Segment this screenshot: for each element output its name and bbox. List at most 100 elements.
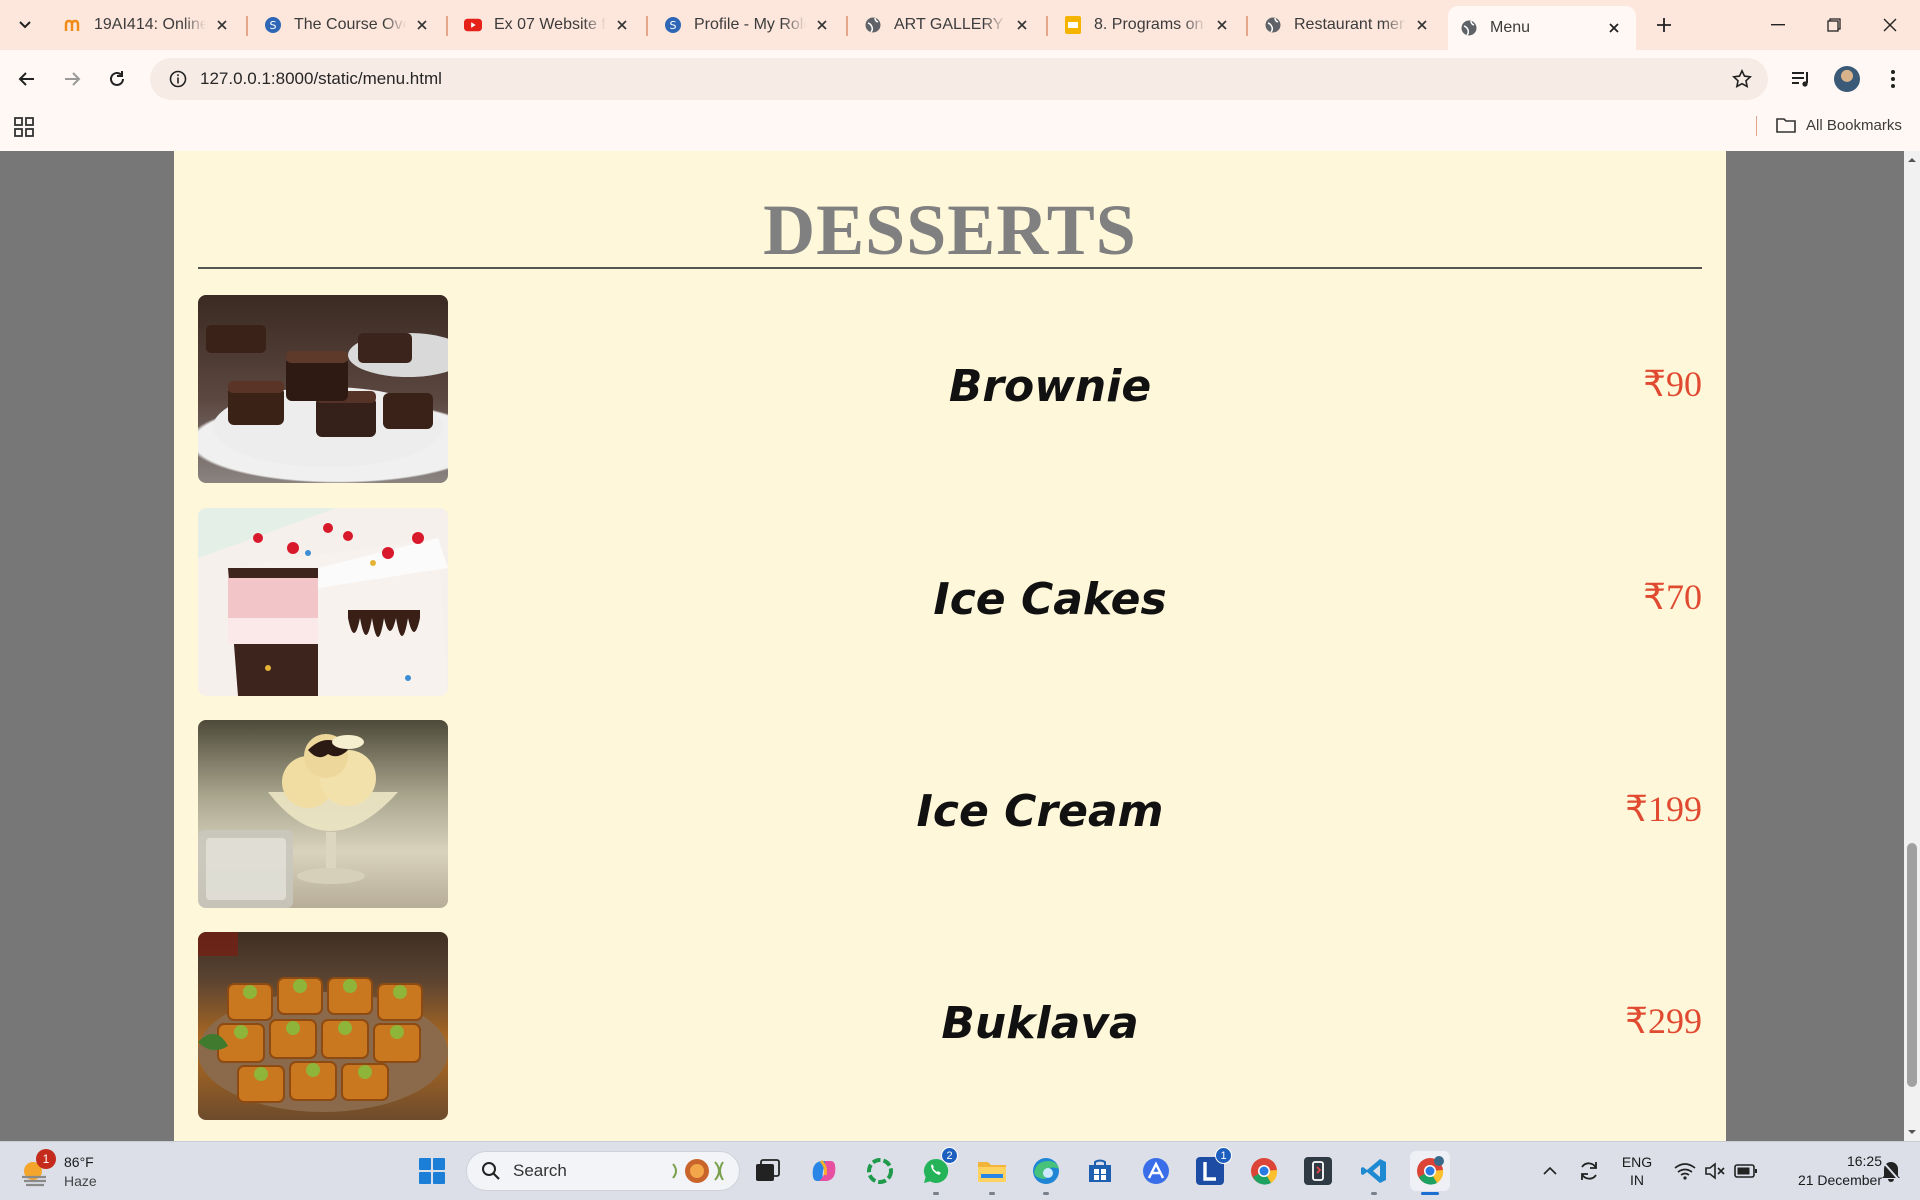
browser-menu-button[interactable] xyxy=(1876,62,1910,96)
battery-icon xyxy=(1734,1164,1757,1178)
running-indicator xyxy=(1371,1192,1377,1195)
chevron-down-icon xyxy=(19,21,31,29)
bookmarks-separator xyxy=(1756,116,1757,136)
taskbar-search[interactable]: Search xyxy=(466,1151,740,1191)
tab-title: Restaurant menu xyxy=(1294,16,1406,33)
item-price: ₹299 xyxy=(1625,1001,1702,1041)
scroll-down-icon[interactable] xyxy=(1907,1127,1917,1137)
file-explorer-button[interactable] xyxy=(972,1151,1012,1195)
back-button[interactable] xyxy=(10,62,44,96)
tab-0[interactable]: 19AI414: Online xyxy=(52,6,244,44)
close-icon[interactable] xyxy=(412,15,432,35)
close-icon[interactable] xyxy=(612,15,632,35)
notifications-button[interactable] xyxy=(1876,1151,1906,1191)
url-text[interactable]: 127.0.0.1:8000/static/menu.html xyxy=(200,69,442,89)
tab-title: Profile - My Role xyxy=(694,16,806,33)
app-ring-button[interactable] xyxy=(860,1151,900,1191)
tab-2[interactable]: Ex 07 Website fo xyxy=(452,6,644,44)
reload-button[interactable] xyxy=(100,62,134,96)
close-icon[interactable] xyxy=(812,15,832,35)
running-indicator xyxy=(1043,1192,1049,1195)
tray-overflow-button[interactable] xyxy=(1536,1151,1564,1191)
speaker-muted-icon xyxy=(1705,1162,1725,1180)
tab-search-button[interactable] xyxy=(10,10,40,40)
copilot-button[interactable] xyxy=(804,1151,844,1191)
close-window-button[interactable] xyxy=(1862,0,1918,50)
chrome-active-button[interactable] xyxy=(1410,1151,1450,1195)
menu-item: Brownie ₹90 xyxy=(198,295,1702,483)
title-divider xyxy=(198,267,1702,269)
language-line2: IN xyxy=(1630,1172,1644,1188)
restore-button[interactable] xyxy=(1806,0,1862,50)
apps-grid-icon[interactable] xyxy=(12,115,36,139)
wifi-icon xyxy=(1674,1163,1696,1180)
address-bar[interactable]: 127.0.0.1:8000/static/menu.html xyxy=(150,58,1768,100)
tab-title: 8. Programs on f xyxy=(1094,16,1206,33)
new-tab-button[interactable] xyxy=(1650,11,1678,39)
tab-4[interactable]: ART GALLERY xyxy=(852,6,1044,44)
more-vertical-icon xyxy=(1891,70,1895,88)
tab-title: 19AI414: Online xyxy=(94,16,206,33)
ice-cake-photo xyxy=(198,508,448,696)
close-icon[interactable] xyxy=(212,15,232,35)
close-icon[interactable] xyxy=(1212,15,1232,35)
store-icon xyxy=(1089,1159,1111,1182)
close-icon[interactable] xyxy=(1012,15,1032,35)
clock-time: 16:25 xyxy=(1846,1153,1882,1169)
page-scrollbar[interactable] xyxy=(1904,151,1920,1141)
folder-icon xyxy=(978,1162,1006,1182)
minimize-button[interactable] xyxy=(1750,0,1806,50)
language-indicator[interactable]: ENG IN xyxy=(1614,1151,1660,1191)
menu-item: Ice Cream ₹199 xyxy=(198,720,1702,908)
profile-button[interactable] xyxy=(1830,62,1864,96)
microsoft-store-button[interactable] xyxy=(1080,1151,1120,1191)
running-indicator xyxy=(1421,1192,1439,1195)
media-control-button[interactable] xyxy=(1784,62,1818,96)
app-triangle-button[interactable] xyxy=(1136,1151,1176,1191)
clock[interactable]: 16:25 21 December xyxy=(1772,1151,1882,1191)
tab-3[interactable]: S Profile - My Role xyxy=(652,6,844,44)
quick-settings-button[interactable] xyxy=(1668,1151,1764,1191)
item-name: Brownie xyxy=(948,361,1152,412)
all-bookmarks-button[interactable]: All Bookmarks xyxy=(1776,113,1902,137)
globe-icon xyxy=(1264,16,1282,34)
browser-toolbar: 127.0.0.1:8000/static/menu.html xyxy=(0,50,1920,108)
skillrack-icon: S xyxy=(664,16,682,34)
reload-icon xyxy=(110,71,124,86)
windows-taskbar: 1 86°F Haze Search 2 1 ENG IN 16:25 21 D… xyxy=(0,1141,1920,1200)
scroll-thumb[interactable] xyxy=(1907,843,1917,1087)
tab-1[interactable]: S The Course Over xyxy=(252,6,444,44)
bookmark-star-icon[interactable] xyxy=(1732,69,1752,89)
globe-icon xyxy=(1460,19,1478,37)
sync-button[interactable] xyxy=(1574,1151,1604,1191)
task-view-icon xyxy=(756,1159,780,1181)
tab-separator xyxy=(846,16,848,36)
weather-widget[interactable]: 1 86°F Haze xyxy=(18,1149,97,1194)
svg-text:S: S xyxy=(670,19,677,32)
edge-button[interactable] xyxy=(1026,1151,1066,1195)
app-l-button[interactable]: 1 xyxy=(1190,1147,1232,1191)
site-info-icon[interactable] xyxy=(156,58,200,100)
chrome-button[interactable] xyxy=(1244,1151,1284,1191)
menu-item: Buklava ₹299 xyxy=(198,932,1702,1120)
task-view-button[interactable] xyxy=(748,1151,788,1191)
chrome-icon xyxy=(1417,1156,1444,1185)
language-line1: ENG xyxy=(1621,1154,1653,1170)
tab-title: The Course Over xyxy=(294,16,406,33)
start-button[interactable] xyxy=(412,1151,452,1191)
tab-title: Ex 07 Website fo xyxy=(494,16,606,33)
item-name: Ice Cakes xyxy=(933,574,1167,625)
tab-6[interactable]: Restaurant menu xyxy=(1252,6,1444,44)
scroll-up-icon[interactable] xyxy=(1907,155,1917,165)
arrow-right-icon xyxy=(65,72,81,86)
ice-cream-photo xyxy=(198,720,448,908)
whatsapp-button[interactable]: 2 xyxy=(916,1147,958,1195)
section-title: DESSERTS xyxy=(763,190,1137,270)
close-icon[interactable] xyxy=(1412,15,1432,35)
app-phone-button[interactable] xyxy=(1298,1151,1338,1191)
tab-7-active[interactable]: Menu xyxy=(1448,6,1636,50)
forward-button[interactable] xyxy=(55,62,89,96)
close-icon[interactable] xyxy=(1604,18,1624,38)
vscode-button[interactable] xyxy=(1354,1151,1394,1195)
tab-5[interactable]: 8. Programs on f xyxy=(1052,6,1244,44)
